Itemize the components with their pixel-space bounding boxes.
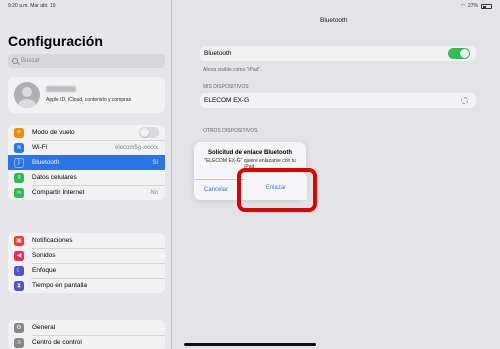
- cancel-button[interactable]: Cancelar: [194, 179, 238, 200]
- wifi-status-icon: ◠: [460, 3, 465, 9]
- alert-title: Solicitud de enlace Bluetooth: [207, 150, 292, 156]
- status-bar: 9:20 a.m. Mar abr. 19 ◠ 27%: [0, 0, 500, 12]
- home-indicator: [184, 343, 316, 346]
- battery-percent: 27%: [467, 3, 478, 9]
- pair-button-highlight: [237, 168, 317, 212]
- status-time: 9:20 a.m. Mar abr. 19: [8, 3, 56, 9]
- battery-icon: [481, 3, 492, 9]
- status-icons: ◠ 27%: [461, 3, 492, 9]
